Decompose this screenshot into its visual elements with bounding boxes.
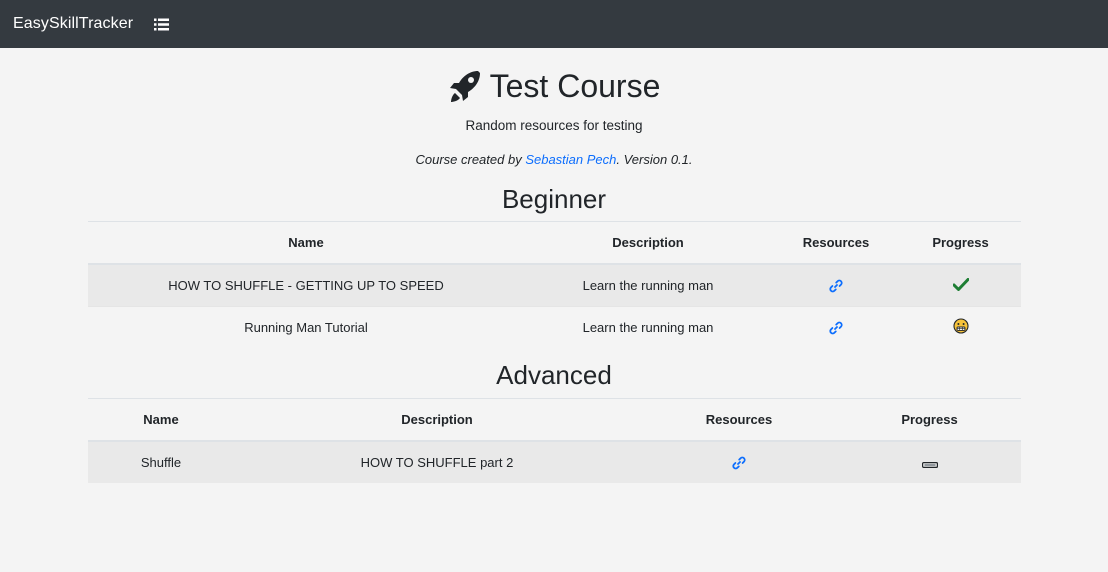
course-header: Test Course <box>0 68 1108 112</box>
main-content: Test Course Random resources for testing… <box>0 48 1108 572</box>
brand-link[interactable]: EasySkillTracker <box>13 15 133 33</box>
column-header-name: Name <box>88 398 234 442</box>
credit-prefix: Course created by <box>415 152 526 167</box>
table-row: Shuffle HOW TO SHUFFLE part 2 <box>88 440 1021 483</box>
table-row: HOW TO SHUFFLE - GETTING UP TO SPEED Lea… <box>88 263 1021 307</box>
table-header-row: Name Description Resources Progress <box>88 398 1021 442</box>
section-title-advanced: Advanced <box>496 360 612 390</box>
link-icon[interactable] <box>829 279 843 293</box>
page-title: Test Course <box>489 68 661 104</box>
skill-description: Learn the running man <box>524 263 772 307</box>
column-header-description: Description <box>234 398 640 442</box>
link-icon[interactable] <box>829 321 843 335</box>
column-header-progress: Progress <box>838 398 1021 442</box>
column-header-resources: Resources <box>772 221 900 265</box>
credit-suffix: . Version 0.1. <box>616 152 693 167</box>
check-icon <box>952 277 969 294</box>
link-icon[interactable] <box>732 456 746 470</box>
navbar: EasySkillTracker <box>0 0 1108 48</box>
rocket-icon <box>448 69 482 105</box>
skill-description: HOW TO SHUFFLE part 2 <box>234 440 640 483</box>
table-header-row: Name Description Resources Progress <box>88 221 1021 265</box>
table-row: Running Man Tutorial Learn the running m… <box>88 306 1021 348</box>
course-description: Random resources for testing <box>465 118 643 133</box>
column-header-resources: Resources <box>640 398 838 442</box>
skill-name: HOW TO SHUFFLE - GETTING UP TO SPEED <box>88 263 524 307</box>
advanced-table: Name Description Resources Progress Shuf… <box>88 398 1021 483</box>
resource-cell <box>640 440 838 483</box>
beginner-table: Name Description Resources Progress HOW … <box>88 221 1021 348</box>
progress-cell <box>838 440 1021 483</box>
progress-cell <box>900 263 1021 307</box>
skill-description: Learn the running man <box>524 306 772 348</box>
progress-cell <box>900 306 1021 348</box>
section-title-beginner: Beginner <box>501 184 607 214</box>
minus-icon <box>921 456 938 471</box>
column-header-progress: Progress <box>900 221 1021 265</box>
column-header-name: Name <box>88 221 524 265</box>
resource-cell <box>772 306 900 348</box>
grimace-face-icon <box>952 318 969 337</box>
column-header-description: Description <box>524 221 772 265</box>
list-icon[interactable] <box>154 18 170 31</box>
course-credit: Course created by Sebastian Pech. Versio… <box>0 152 1108 167</box>
author-link[interactable]: Sebastian Pech <box>525 152 616 167</box>
skill-name: Running Man Tutorial <box>88 306 524 348</box>
skill-name: Shuffle <box>88 440 234 483</box>
resource-cell <box>772 263 900 307</box>
